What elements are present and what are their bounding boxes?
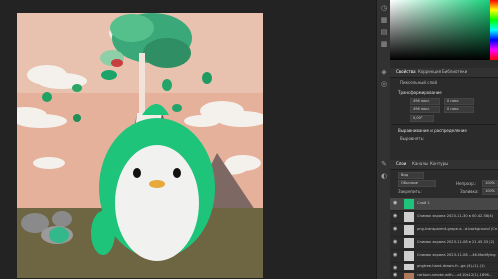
properties-tabs: Свойства Коррекция Библиотеки xyxy=(390,68,498,78)
pattern-icon[interactable]: ▩ xyxy=(380,40,388,48)
lock-label: Закрепить: xyxy=(398,189,422,194)
x-field[interactable]: 0 пикс xyxy=(444,98,474,105)
layer-thumbnail xyxy=(404,273,414,279)
opacity-field[interactable]: 100% xyxy=(482,180,498,187)
document-canvas[interactable] xyxy=(17,13,263,278)
y-field[interactable]: 0 пикс xyxy=(444,106,474,113)
layer-thumbnail xyxy=(404,199,414,209)
swatch-icon[interactable]: ▦ xyxy=(380,16,388,24)
color-picker-field[interactable] xyxy=(390,0,490,60)
layer-thumbnail xyxy=(404,238,414,248)
blend-mode-select[interactable]: Обычные xyxy=(398,180,436,187)
opacity-label: Непрозр.: xyxy=(456,181,477,186)
tab-libraries[interactable]: Библиотеки xyxy=(442,69,467,74)
gradient-icon[interactable]: ▤ xyxy=(380,28,388,36)
history-icon[interactable]: ◷ xyxy=(380,4,388,12)
layer-name: Снимок экрана 2023-11-08 в 21.45.33 (2) xyxy=(417,240,495,244)
layer-row[interactable]: ◉ Снимок экрана 2023-11-30 в 00.42.58(4) xyxy=(390,211,498,224)
layer-name: cartoon-smoke-with-...of-10x12(1)-1696..… xyxy=(417,273,493,277)
align-sub: Выровнять: xyxy=(400,136,425,141)
layer-name: png-transparent-grape-a...d-background (… xyxy=(417,227,497,231)
tab-layers[interactable]: Слои xyxy=(396,161,406,166)
canvas-workspace[interactable] xyxy=(0,0,376,279)
tab-paths[interactable]: Контуры xyxy=(430,161,448,166)
tab-adjustments[interactable]: Коррекция xyxy=(418,69,441,74)
layers-icon[interactable]: ◈ xyxy=(380,68,388,76)
eye-icon[interactable]: ◉ xyxy=(393,240,399,245)
layer-thumbnail xyxy=(404,264,414,270)
fill-label: Заливка: xyxy=(460,189,479,194)
eye-icon[interactable]: ◉ xyxy=(393,253,399,258)
layer-name: Снимок экрана 2023-11-30 в 00.42.58(4) xyxy=(417,214,494,218)
layer-filter[interactable]: Вид xyxy=(398,172,424,179)
tab-properties[interactable]: Свойства xyxy=(396,69,416,74)
layer-row[interactable]: ◉ cartoon-smoke-with-...of-10x12(1)-1696… xyxy=(390,272,498,279)
layer-row[interactable]: ◉ pngtree-hand-drawn-fr...ge-(4)-(1)-(1) xyxy=(390,263,498,272)
eye-icon[interactable]: ◉ xyxy=(393,273,399,278)
layer-row[interactable]: ◉ Снимок экрана 2023-11-08 ...46-Modifyi… xyxy=(390,250,498,263)
layer-thumbnail xyxy=(404,251,414,261)
layer-name: Слой 1 xyxy=(417,201,430,205)
height-field[interactable]: 496 пикс xyxy=(410,106,440,113)
hue-slider[interactable] xyxy=(490,0,498,60)
collapsed-panels-strip: ◷ ▦ ▤ ▩ ◈ ◎ ✎ ◐ xyxy=(376,0,391,279)
artwork-illustration xyxy=(17,13,263,278)
channel-icon[interactable]: ◎ xyxy=(380,80,388,88)
layer-row[interactable]: ◉ Слой 1 xyxy=(390,198,498,211)
eye-icon[interactable]: ◉ xyxy=(393,266,399,271)
layer-thumbnail xyxy=(404,212,414,222)
angle-field[interactable]: 0,00° xyxy=(410,115,434,122)
eye-icon[interactable]: ◉ xyxy=(393,201,399,206)
paths-icon[interactable]: ✎ xyxy=(380,160,388,168)
tab-channels[interactable]: Каналы xyxy=(412,161,428,166)
grape-seal xyxy=(49,227,69,243)
divider xyxy=(392,124,496,125)
align-label[interactable]: Выравнивание и распределение xyxy=(398,128,467,133)
layer-name: pngtree-hand-drawn-fr...ge-(4)-(1)-(1) xyxy=(417,264,485,268)
layer-name: Снимок экрана 2023-11-08 ...46-Modifying… xyxy=(417,253,497,257)
eye-icon[interactable]: ◉ xyxy=(393,214,399,219)
adjust-icon[interactable]: ◐ xyxy=(380,172,388,180)
layer-row[interactable]: ◉ png-transparent-grape-a...d-background… xyxy=(390,224,498,237)
eye-icon[interactable]: ◉ xyxy=(393,227,399,232)
fill-field[interactable]: 100% xyxy=(482,188,498,195)
layer-thumbnail xyxy=(404,225,414,235)
transform-label[interactable]: Трансформирование xyxy=(398,90,442,95)
width-field[interactable]: 496 пикс xyxy=(410,98,440,105)
layer-row[interactable]: ◉ Снимок экрана 2023-11-08 в 21.45.33 (2… xyxy=(390,237,498,250)
layers-tabs: Слои Каналы Контуры xyxy=(390,160,498,170)
properties-kind: Пиксельный слой xyxy=(400,80,438,85)
